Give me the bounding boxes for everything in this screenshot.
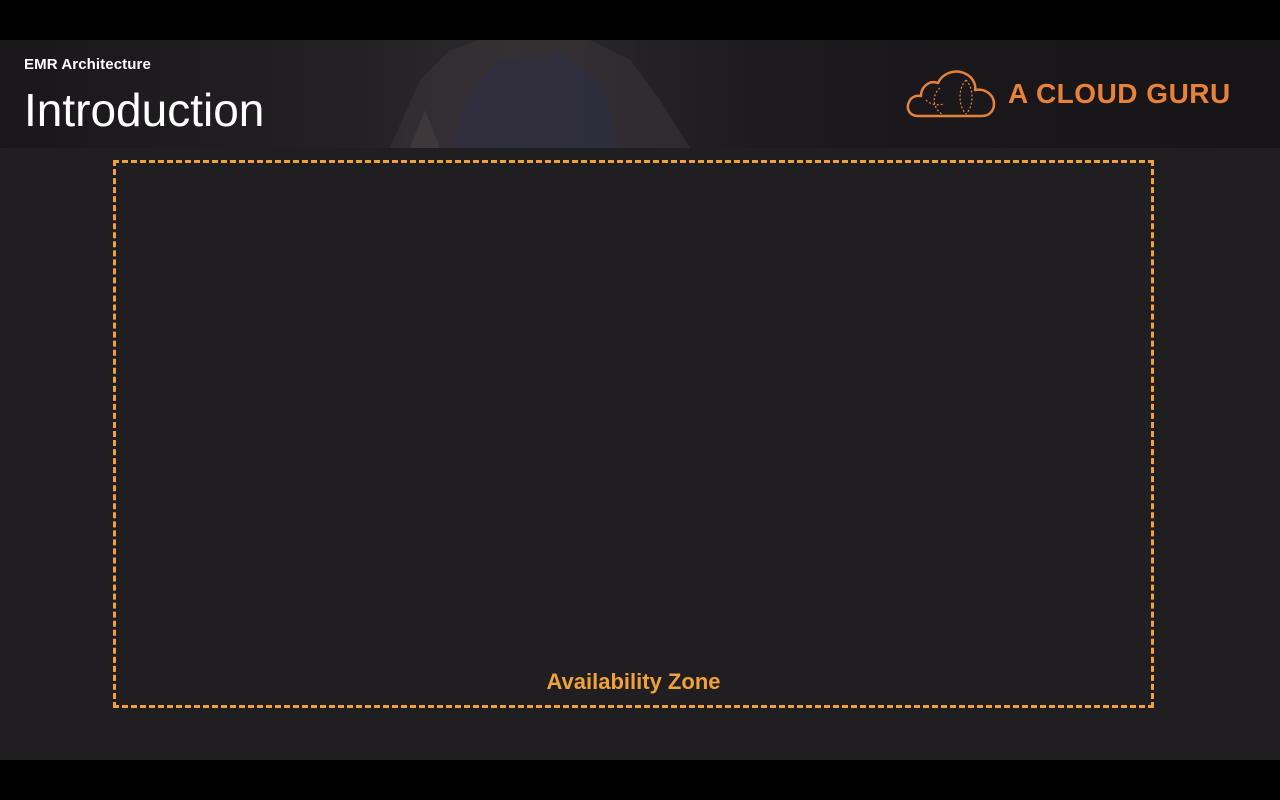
availability-zone-label: Availability Zone xyxy=(546,669,721,694)
section-label: EMR Architecture xyxy=(24,56,151,73)
slide-header: EMR Architecture Introduction A CLOUD GU… xyxy=(0,40,1280,148)
video-frame: EMR Architecture Introduction A CLOUD GU… xyxy=(0,0,1280,800)
presenter-background xyxy=(390,40,690,148)
page-title: Introduction xyxy=(24,84,265,136)
brand-logo: A CLOUD GURU xyxy=(904,66,1244,122)
availability-zone-box: Availability Zone xyxy=(113,160,1154,708)
slide-area: EMR Architecture Introduction A CLOUD GU… xyxy=(0,40,1280,760)
brand-name: A CLOUD GURU xyxy=(1008,78,1231,109)
cloud-logo-icon xyxy=(906,70,996,118)
